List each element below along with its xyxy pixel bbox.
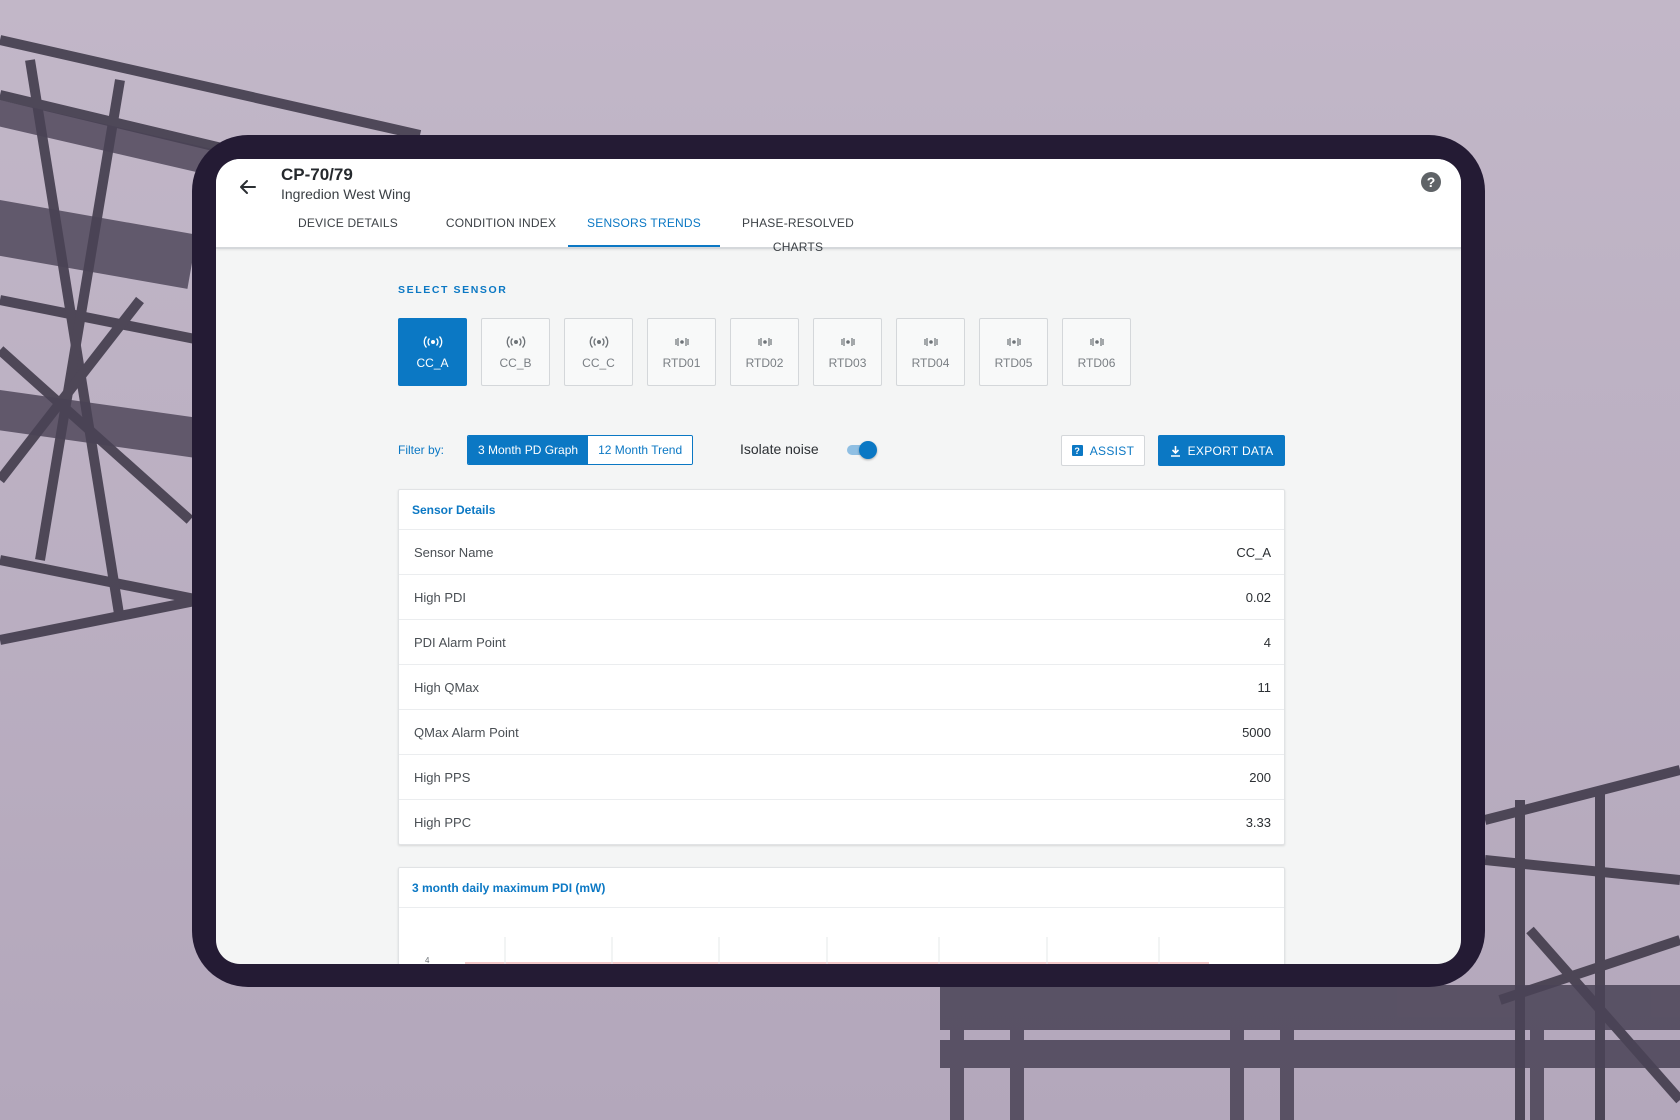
detail-key: High QMax xyxy=(414,679,480,695)
sensor-label: RTD02 xyxy=(745,356,784,370)
sensor-rtd05[interactable]: RTD05 xyxy=(979,318,1048,386)
page-header: CP-70/79 Ingredion West Wing ? DEVICE DE… xyxy=(216,159,1461,254)
sensor-label: RTD03 xyxy=(828,356,867,370)
detail-row: QMax Alarm Point 5000 xyxy=(399,710,1284,755)
download-icon xyxy=(1170,445,1180,457)
app-screen: CP-70/79 Ingredion West Wing ? DEVICE DE… xyxy=(216,159,1461,964)
detail-value: 200 xyxy=(1249,769,1271,785)
detail-key: QMax Alarm Point xyxy=(414,724,519,740)
help-icon[interactable]: ? xyxy=(1421,172,1441,192)
assist-label: ASSIST xyxy=(1089,443,1135,458)
help-square-icon: ? xyxy=(1071,445,1083,456)
detail-row: High PPS 200 xyxy=(399,755,1284,800)
tab-sensors-trends[interactable]: SENSORS TRENDS xyxy=(568,211,720,247)
detail-key: High PPC xyxy=(414,815,472,830)
filter-3-month-pd-graph[interactable]: 3 Month PD Graph xyxy=(468,436,589,464)
sensor-label: CC_C xyxy=(582,356,615,370)
tab-condition-index[interactable]: CONDITION INDEX xyxy=(432,211,570,249)
toggle-knob xyxy=(859,441,877,459)
y-tick-label: 4 xyxy=(425,956,430,964)
rtd-signal-icon xyxy=(672,336,692,348)
tab-device-details[interactable]: DEVICE DETAILS xyxy=(286,211,410,249)
sensor-label: RTD04 xyxy=(911,356,950,370)
rtd-signal-icon xyxy=(921,336,941,348)
detail-value: 4 xyxy=(1263,634,1271,650)
export-data-button[interactable]: EXPORT DATA xyxy=(1158,435,1285,466)
signal-icon xyxy=(506,336,526,348)
sensor-rtd04[interactable]: RTD04 xyxy=(896,318,965,386)
page-title: CP-70/79 xyxy=(281,165,353,184)
sensor-rtd06[interactable]: RTD06 xyxy=(1062,318,1131,386)
sensor-label: RTD06 xyxy=(1077,356,1116,370)
detail-key: Sensor Name xyxy=(414,544,494,560)
pdi-chart-card: 3 month daily maximum PDI (mW) 4 xyxy=(398,867,1285,964)
arrow-left-icon xyxy=(240,180,256,194)
rtd-signal-icon xyxy=(755,336,775,348)
detail-row: High PDI 0.02 xyxy=(399,575,1284,620)
detail-row: High QMax 11 xyxy=(399,665,1284,710)
filter-label: Filter by: xyxy=(398,443,445,457)
assist-button[interactable]: ? ASSIST xyxy=(1061,435,1145,466)
detail-key: High PDI xyxy=(414,589,467,605)
detail-row: Sensor Name CC_A xyxy=(399,530,1284,575)
isolate-noise-toggle[interactable] xyxy=(845,440,877,460)
detail-value: 0.02 xyxy=(1245,589,1271,605)
tab-bar: DEVICE DETAILS CONDITION INDEX SENSORS T… xyxy=(216,211,1461,254)
sensor-cc-a[interactable]: CC_A xyxy=(398,318,467,386)
sensor-cc-c[interactable]: CC_C xyxy=(564,318,633,386)
tab-phase-resolved-charts[interactable]: PHASE-RESOLVED CHARTS xyxy=(720,211,876,254)
detail-value: 3.33 xyxy=(1245,815,1271,830)
sensor-label: RTD05 xyxy=(994,356,1033,370)
signal-icon xyxy=(423,336,443,348)
detail-row: PDI Alarm Point 4 xyxy=(399,620,1284,665)
filter-12-month-trend[interactable]: 12 Month Trend xyxy=(588,436,693,464)
page-subtitle: Ingredion West Wing xyxy=(281,186,411,202)
sensor-label: RTD01 xyxy=(662,356,701,370)
detail-key: PDI Alarm Point xyxy=(414,634,506,650)
detail-value: CC_A xyxy=(1236,544,1271,560)
sensor-rtd02[interactable]: RTD02 xyxy=(730,318,799,386)
pdi-chart-plot: 4 xyxy=(425,937,1209,964)
back-button[interactable] xyxy=(234,173,262,201)
signal-icon xyxy=(589,336,609,348)
sensor-label: CC_B xyxy=(499,356,532,370)
detail-value: 5000 xyxy=(1242,724,1271,740)
isolate-noise-label: Isolate noise xyxy=(740,441,819,457)
rtd-signal-icon xyxy=(1087,336,1107,348)
filter-segmented-control: 3 Month PD Graph 12 Month Trend xyxy=(467,435,694,465)
rtd-signal-icon xyxy=(1004,336,1024,348)
sensor-cc-b[interactable]: CC_B xyxy=(481,318,550,386)
detail-value: 11 xyxy=(1257,679,1272,695)
sensor-details-title: Sensor Details xyxy=(399,490,1284,530)
select-sensor-label: SELECT SENSOR xyxy=(398,284,508,296)
sensor-rtd03[interactable]: RTD03 xyxy=(813,318,882,386)
sensor-label: CC_A xyxy=(416,356,449,370)
sensor-details-card: Sensor Details Sensor Name CC_A High PDI… xyxy=(398,489,1285,845)
detail-row: High PPC 3.33 xyxy=(399,800,1284,845)
sensor-rtd01[interactable]: RTD01 xyxy=(647,318,716,386)
detail-key: High PPS xyxy=(414,769,471,785)
chart-title: 3 month daily maximum PDI (mW) xyxy=(399,868,1284,908)
export-label: EXPORT DATA xyxy=(1187,443,1274,458)
rtd-signal-icon xyxy=(838,336,858,348)
